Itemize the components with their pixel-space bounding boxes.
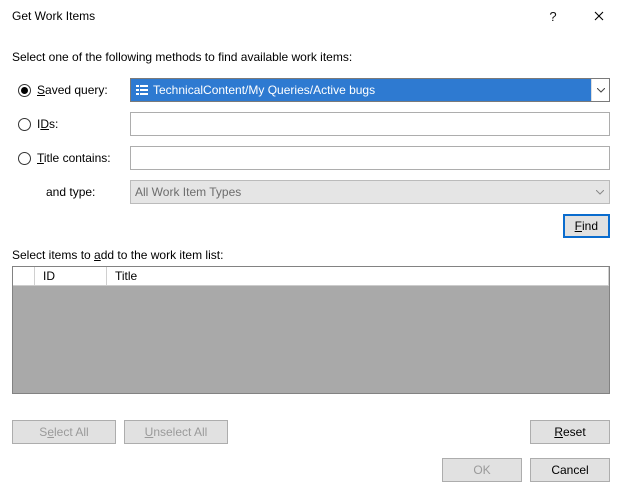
window-title: Get Work Items [12,9,95,23]
title-contains-radio-label[interactable]: Title contains: [12,151,130,165]
col-checkbox[interactable] [13,267,35,285]
title-contains-input[interactable] [130,146,610,170]
saved-query-value: TechnicalContent/My Queries/Active bugs [153,83,375,97]
ok-button: OK [442,458,522,482]
saved-query-combo[interactable]: TechnicalContent/My Queries/Active bugs [130,78,610,102]
close-button[interactable] [576,0,622,32]
help-button[interactable]: ? [530,0,576,32]
titlebar: Get Work Items ? [0,0,622,32]
results-table[interactable]: ID Title [12,266,610,394]
col-id[interactable]: ID [35,267,107,285]
ids-input[interactable] [130,112,610,136]
reset-button[interactable]: Reset [530,420,610,444]
title-contains-radio[interactable] [18,152,31,165]
table-header: ID Title [13,267,609,286]
chevron-down-icon [591,181,609,203]
saved-query-radio-label[interactable]: Saved query: [12,83,130,97]
col-title[interactable]: Title [107,267,609,285]
ids-radio-label[interactable]: IDs: [12,117,130,131]
unselect-all-button: Unselect All [124,420,228,444]
cancel-button[interactable]: Cancel [530,458,610,482]
ids-radio[interactable] [18,118,31,131]
instruction-text: Select one of the following methods to f… [12,50,610,64]
chevron-down-icon[interactable] [591,79,609,101]
saved-query-radio[interactable] [18,84,31,97]
type-value: All Work Item Types [135,185,241,199]
select-all-button: Select All [12,420,116,444]
query-list-icon [135,83,149,97]
table-body-empty [13,286,609,393]
list-caption: Select items to add to the work item lis… [12,248,610,262]
type-combo: All Work Item Types [130,180,610,204]
and-type-label: and type: [12,185,130,199]
close-icon [594,11,604,21]
find-button[interactable]: Find [563,214,610,238]
